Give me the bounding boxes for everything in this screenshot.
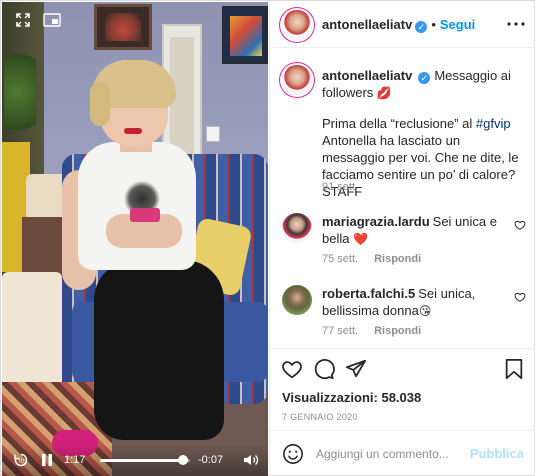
video-remaining-time: -0:07	[198, 454, 224, 466]
comment-bubble-icon[interactable]	[312, 357, 336, 381]
caption-username[interactable]: antonellaeliatv	[322, 68, 412, 83]
video-frame-painting	[222, 6, 268, 64]
video-player[interactable]: 10 1:17 -0:07	[2, 2, 268, 476]
replay-10-icon[interactable]: 10	[12, 452, 30, 468]
comment-username[interactable]: mariagrazia.lardu	[322, 214, 430, 229]
picture-in-picture-icon[interactable]	[42, 12, 62, 28]
post-date[interactable]: 7 gennaio 2020	[282, 412, 358, 422]
view-count: Visualizzazioni: 58.038	[282, 390, 421, 405]
save-bookmark-icon[interactable]	[502, 357, 526, 381]
comment-time: 77 sett.	[322, 325, 359, 337]
comment-item: mariagrazia.lardu Sei unica e bella ❤️ 75…	[270, 207, 535, 273]
avatar[interactable]	[282, 10, 312, 40]
video-progress-handle[interactable]	[177, 455, 188, 465]
lips-emoji: 💋	[376, 86, 392, 100]
video-frame-painting	[94, 4, 152, 50]
expand-icon[interactable]	[14, 12, 32, 28]
video-progress-bar[interactable]	[100, 455, 190, 465]
comment-username[interactable]: roberta.falchi.5	[322, 286, 415, 301]
verified-badge-icon: ✓	[415, 21, 428, 33]
publish-button[interactable]: Pubblica	[470, 446, 524, 461]
emoji-picker-icon[interactable]	[282, 443, 304, 465]
header-username[interactable]: antonellaeliatv	[322, 17, 412, 32]
comment-time: 75 sett.	[322, 253, 359, 265]
heart-emoji: ❤️	[353, 232, 369, 246]
views-label: Visualizzazioni:	[282, 390, 378, 405]
post-details-panel: antonellaeliatv ✓ • Segui antonellaeliatv ✓ M…	[269, 2, 535, 476]
comment-input[interactable]: Aggiungi un commento...	[316, 447, 449, 461]
video-frame-plant	[4, 42, 36, 142]
post-actions-bar	[270, 348, 535, 388]
like-comment-heart-icon[interactable]	[514, 219, 526, 231]
add-comment-bar: Aggiungi un commento... Pubblica	[270, 430, 535, 476]
post-caption: antonellaeliatv ✓ Messaggio ai followers 💋…	[270, 49, 535, 199]
reply-button[interactable]: Rispondi	[374, 253, 421, 265]
reply-button[interactable]: Rispondi	[374, 325, 421, 337]
like-comment-heart-icon[interactable]	[514, 291, 526, 303]
separator-dot: •	[431, 17, 436, 32]
pause-icon[interactable]	[40, 452, 54, 468]
video-current-time: 1:17	[64, 454, 86, 466]
comment-item: roberta.falchi.5 Sei unica, bellissima do…	[270, 279, 535, 345]
post-header: antonellaeliatv ✓ • Segui	[270, 2, 535, 48]
share-paper-plane-icon[interactable]	[344, 357, 368, 381]
follow-button[interactable]: Segui	[440, 17, 475, 32]
caption-body-start: Prima della “reclusione” al	[322, 116, 476, 131]
comments-list: antonellaeliatv ✓ Messaggio ai followers 💋…	[270, 49, 535, 345]
avatar[interactable]	[282, 65, 312, 95]
avatar[interactable]	[282, 213, 312, 243]
volume-icon[interactable]	[242, 452, 260, 468]
video-controls: 10 1:17 -0:07	[2, 444, 268, 476]
video-progress-fill	[100, 459, 183, 462]
svg-text:10: 10	[18, 459, 24, 465]
instagram-post-modal: 10 1:17 -0:07 antonellaeliatv✓•Segui	[0, 0, 535, 476]
kiss-emoji: 😘	[418, 304, 432, 318]
verified-badge-icon: ✓	[418, 72, 431, 84]
hashtag-link[interactable]: #gfvip	[476, 116, 511, 131]
like-heart-icon[interactable]	[280, 357, 304, 381]
avatar[interactable]	[282, 285, 312, 315]
views-value: 58.038	[381, 390, 422, 405]
video-frame-person	[94, 260, 224, 440]
caption-time: 91 sett.	[322, 181, 359, 193]
more-options-icon[interactable]	[506, 14, 526, 34]
